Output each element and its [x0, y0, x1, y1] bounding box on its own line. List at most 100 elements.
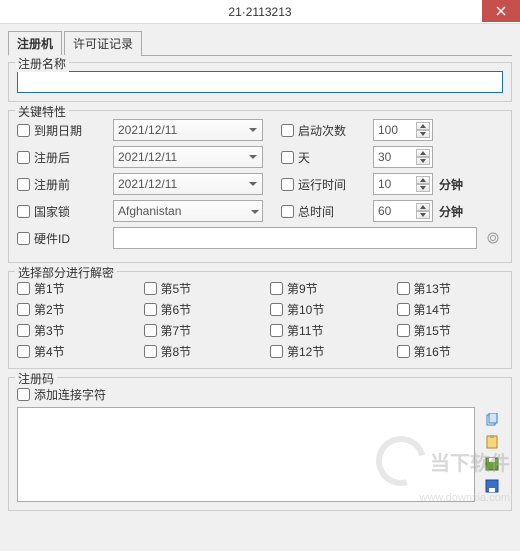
- checkbox-days[interactable]: [281, 151, 294, 164]
- section-checkbox[interactable]: [144, 303, 157, 316]
- section-checkbox[interactable]: [270, 345, 283, 358]
- fingerprint-icon[interactable]: [483, 228, 503, 248]
- section-checkbox[interactable]: [397, 345, 410, 358]
- section-checkbox[interactable]: [144, 282, 157, 295]
- section-checkbox[interactable]: [17, 345, 30, 358]
- section-item[interactable]: 第12节: [270, 343, 377, 360]
- check-days[interactable]: 天: [281, 149, 367, 166]
- calendar-icon[interactable]: [245, 175, 261, 193]
- sections-grid: 第1节 第5节 第9节 第13节第2节 第6节 第10节 第14节第3节 第7节 第11节 第15…: [17, 280, 503, 360]
- section-item[interactable]: 第7节: [144, 322, 251, 339]
- section-label: 第14节: [414, 301, 451, 318]
- group-label-reg-name: 注册名称: [15, 55, 69, 72]
- group-key-props: 关键特性 到期日期 启动次数: [8, 110, 512, 263]
- section-checkbox[interactable]: [397, 324, 410, 337]
- unit-total-time: 分钟: [439, 203, 471, 220]
- section-item[interactable]: 第15节: [397, 322, 504, 339]
- checkbox-run-time[interactable]: [281, 178, 294, 191]
- section-item[interactable]: 第10节: [270, 301, 377, 318]
- check-expire-date[interactable]: 到期日期: [17, 122, 107, 139]
- section-item[interactable]: 第9节: [270, 280, 377, 297]
- group-label-reg-code: 注册码: [15, 370, 57, 387]
- date-before-reg[interactable]: [113, 173, 263, 195]
- checkbox-launch-count[interactable]: [281, 124, 294, 137]
- checkbox-append-sep[interactable]: [17, 388, 30, 401]
- section-item[interactable]: 第8节: [144, 343, 251, 360]
- date-after-reg[interactable]: [113, 146, 263, 168]
- calendar-icon[interactable]: [245, 121, 261, 139]
- section-item[interactable]: 第5节: [144, 280, 251, 297]
- check-after-reg[interactable]: 注册后: [17, 149, 107, 166]
- checkbox-country-lock[interactable]: [17, 205, 30, 218]
- tab-license-log[interactable]: 许可证记录: [64, 31, 142, 56]
- section-checkbox[interactable]: [17, 324, 30, 337]
- calendar-icon[interactable]: [245, 148, 261, 166]
- section-label: 第6节: [161, 301, 192, 318]
- section-item[interactable]: 第13节: [397, 280, 504, 297]
- spinner-days[interactable]: [415, 148, 431, 166]
- check-launch-count[interactable]: 启动次数: [281, 122, 367, 139]
- section-checkbox[interactable]: [270, 303, 283, 316]
- window-title: 21·2113213: [228, 5, 291, 19]
- close-button[interactable]: [482, 0, 520, 22]
- tab-register[interactable]: 注册机: [8, 31, 62, 56]
- section-item[interactable]: 第2节: [17, 301, 124, 318]
- checkbox-total-time[interactable]: [281, 205, 294, 218]
- select-country[interactable]: [113, 200, 263, 222]
- checkbox-after-reg[interactable]: [17, 151, 30, 164]
- regcode-textarea[interactable]: [17, 407, 475, 502]
- spinner-total-time[interactable]: [415, 202, 431, 220]
- section-item[interactable]: 第11节: [270, 322, 377, 339]
- save-icon[interactable]: [483, 455, 501, 473]
- section-checkbox[interactable]: [17, 282, 30, 295]
- group-reg-code: 注册码 添加连接字符: [8, 377, 512, 511]
- group-reg-name: 注册名称: [8, 62, 512, 102]
- section-item[interactable]: 第6节: [144, 301, 251, 318]
- check-append-sep[interactable]: 添加连接字符: [17, 386, 106, 403]
- section-checkbox[interactable]: [144, 345, 157, 358]
- section-label: 第13节: [414, 280, 451, 297]
- app-window: 21·2113213 注册机 许可证记录 注册名称 关键特性 到期日期: [0, 0, 520, 551]
- section-checkbox[interactable]: [397, 303, 410, 316]
- section-item[interactable]: 第3节: [17, 322, 124, 339]
- checkbox-expire-date[interactable]: [17, 124, 30, 137]
- unit-run-time: 分钟: [439, 176, 471, 193]
- check-run-time[interactable]: 运行时间: [281, 176, 367, 193]
- section-label: 第7节: [161, 322, 192, 339]
- check-total-time[interactable]: 总时间: [281, 203, 367, 220]
- section-checkbox[interactable]: [144, 324, 157, 337]
- group-label-sections: 选择部分进行解密: [15, 264, 117, 281]
- section-label: 第4节: [34, 343, 65, 360]
- section-label: 第15节: [414, 322, 451, 339]
- section-label: 第8节: [161, 343, 192, 360]
- input-hardware-id[interactable]: [113, 227, 477, 249]
- reg-name-input[interactable]: [17, 71, 503, 93]
- checkbox-before-reg[interactable]: [17, 178, 30, 191]
- check-country-lock[interactable]: 国家锁: [17, 203, 107, 220]
- date-expire[interactable]: [113, 119, 263, 141]
- close-icon: [496, 6, 506, 16]
- section-checkbox[interactable]: [397, 282, 410, 295]
- spinner-run-time[interactable]: [415, 175, 431, 193]
- section-item[interactable]: 第14节: [397, 301, 504, 318]
- section-checkbox[interactable]: [270, 324, 283, 337]
- section-label: 第1节: [34, 280, 65, 297]
- section-checkbox[interactable]: [17, 303, 30, 316]
- section-label: 第9节: [287, 280, 318, 297]
- paste-icon[interactable]: [483, 433, 501, 451]
- section-label: 第10节: [287, 301, 324, 318]
- load-icon[interactable]: [483, 477, 501, 495]
- section-item[interactable]: 第1节: [17, 280, 124, 297]
- checkbox-hardware-id[interactable]: [17, 232, 30, 245]
- section-item[interactable]: 第4节: [17, 343, 124, 360]
- section-label: 第2节: [34, 301, 65, 318]
- check-hardware-id[interactable]: 硬件ID: [17, 230, 107, 247]
- check-before-reg[interactable]: 注册前: [17, 176, 107, 193]
- spinner-launch-count[interactable]: [415, 121, 431, 139]
- titlebar: 21·2113213: [0, 0, 520, 24]
- section-item[interactable]: 第16节: [397, 343, 504, 360]
- group-sections: 选择部分进行解密 第1节第5节第9节第13节第2节第6节第10节第14节第3节第…: [8, 271, 512, 369]
- copy-icon[interactable]: [483, 411, 501, 429]
- window-body: 注册机 许可证记录 注册名称 关键特性 到期日期 启: [0, 24, 520, 551]
- section-checkbox[interactable]: [270, 282, 283, 295]
